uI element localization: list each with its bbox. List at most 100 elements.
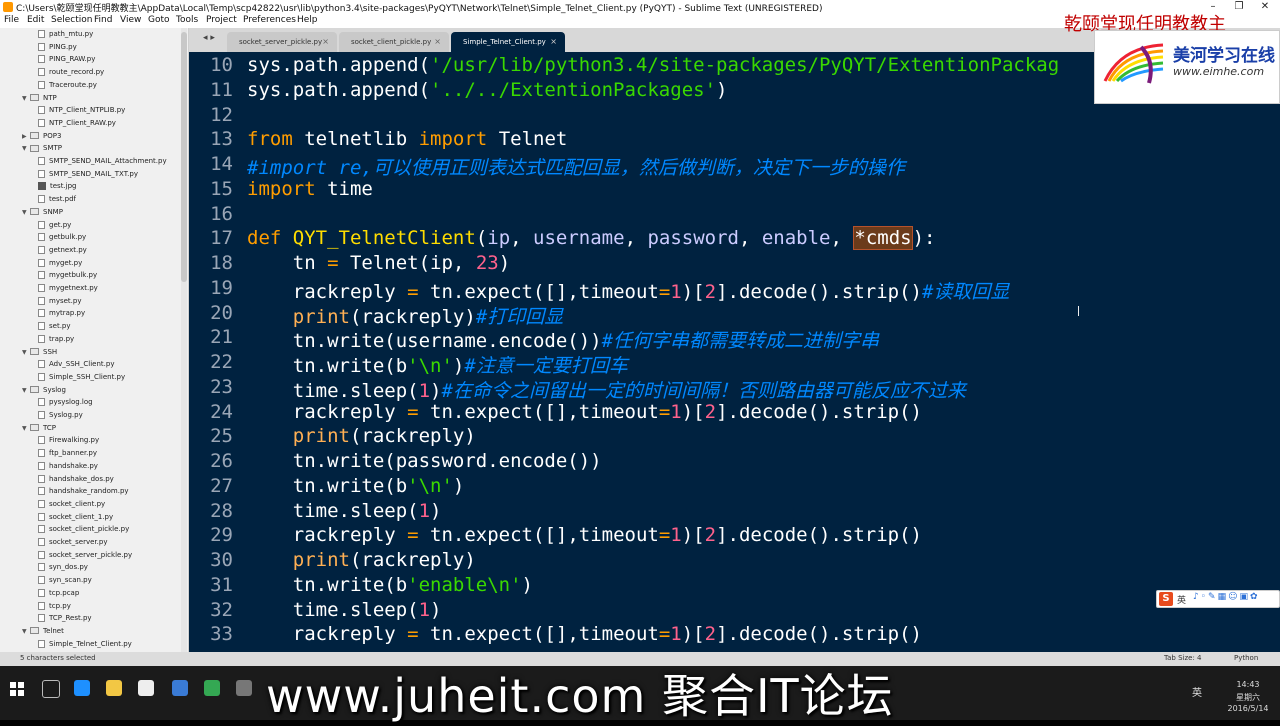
sidebar-file[interactable]: mygetbulk.py [38, 269, 97, 281]
close-window-button[interactable]: ✕ [1252, 0, 1278, 14]
editor-tab[interactable]: socket_client_pickle.py × [339, 32, 449, 52]
menu-tools[interactable]: Tools [176, 15, 198, 25]
maximize-button[interactable]: ❐ [1226, 0, 1252, 14]
sidebar-file[interactable]: syn_scan.py [38, 574, 92, 586]
sidebar-file[interactable]: test.pdf [38, 193, 76, 205]
code-line[interactable]: rackreply = tn.expect([],timeout=1)[2].d… [247, 524, 922, 546]
code-line[interactable]: def QYT_TelnetClient(ip, username, passw… [247, 226, 935, 251]
tab-size-indicator[interactable]: Tab Size: 4 [1164, 654, 1201, 662]
taskbar-ime-indicator[interactable]: 英 [1192, 684, 1202, 699]
editor-tab[interactable]: socket_server_pickle.py × [227, 32, 337, 52]
expand-down-icon[interactable]: ▼ [22, 143, 30, 155]
sidebar-file[interactable]: pysyslog.log [38, 396, 93, 408]
sidebar-file[interactable]: trap.py [38, 333, 74, 345]
sidebar-file[interactable]: socket_client_1.py [38, 511, 113, 523]
sidebar-folder[interactable]: ▶ POP3 [22, 130, 61, 142]
task-view-icon[interactable] [42, 680, 60, 698]
sidebar-scrollbar-thumb[interactable] [181, 32, 187, 282]
sidebar-file[interactable]: socket_client_pickle.py [38, 523, 129, 535]
sidebar-file[interactable]: PING.py [38, 41, 77, 53]
sidebar-file[interactable]: Syslog.py [38, 409, 83, 421]
menu-selection[interactable]: Selection [51, 15, 92, 25]
sidebar-file[interactable]: Simple_Telnet_Client.py [38, 638, 132, 650]
clock-weekday[interactable]: 星期六 [1228, 692, 1268, 703]
expand-down-icon[interactable]: ▼ [22, 626, 30, 638]
clock-date[interactable]: 2016/5/14 [1222, 704, 1274, 713]
sidebar-file[interactable]: TCP_Rest.py [38, 612, 92, 624]
menu-view[interactable]: View [120, 15, 141, 25]
code-line[interactable]: time.sleep(1) [247, 599, 442, 621]
code-line[interactable]: rackreply = tn.expect([],timeout=1)[2].d… [247, 277, 1010, 304]
tab-close-icon[interactable]: × [322, 32, 329, 52]
sidebar-file[interactable]: getnext.py [38, 244, 87, 256]
file-explorer-icon[interactable] [106, 680, 122, 696]
sidebar-file[interactable]: set.py [38, 320, 71, 332]
menu-project[interactable]: Project [206, 15, 237, 25]
code-line[interactable]: tn.write(b'\n')#注意一定要打回车 [247, 351, 628, 378]
sidebar-file[interactable]: get.py [38, 219, 71, 231]
browser-icon[interactable] [172, 680, 188, 696]
sidebar-folder[interactable]: ▼ SNMP [22, 206, 63, 218]
sidebar-file[interactable]: ftp_banner.py [38, 447, 97, 459]
sidebar-file[interactable]: mytrap.py [38, 307, 85, 319]
tab-close-icon[interactable]: × [434, 32, 441, 52]
edge-browser-icon[interactable] [74, 680, 90, 696]
menu-goto[interactable]: Goto [148, 15, 170, 25]
sidebar-file[interactable]: syn_dos.py [38, 561, 88, 573]
code-editor[interactable]: 10 sys.path.append('/usr/lib/python3.4/si… [189, 52, 1280, 652]
tab-close-icon[interactable]: × [550, 32, 557, 52]
code-line[interactable]: from telnetlib import Telnet [247, 128, 567, 150]
sidebar-file[interactable]: mygetnext.py [38, 282, 98, 294]
store-icon[interactable] [138, 680, 154, 696]
expand-down-icon[interactable]: ▼ [22, 385, 30, 397]
expand-down-icon[interactable]: ▼ [22, 207, 30, 219]
sidebar-file[interactable]: handshake_random.py [38, 485, 129, 497]
menu-help[interactable]: Help [297, 15, 318, 25]
code-line[interactable]: rackreply = tn.expect([],timeout=1)[2].d… [247, 623, 922, 645]
code-line[interactable]: tn.write(b'enable\n') [247, 574, 533, 596]
sidebar-file[interactable]: handshake.py [38, 460, 98, 472]
ime-language[interactable]: 英 [1177, 593, 1186, 606]
code-line[interactable]: rackreply = tn.expect([],timeout=1)[2].d… [247, 401, 922, 423]
code-line[interactable]: print(rackreply)#打印回显 [247, 302, 564, 329]
sidebar-file[interactable]: SMTP_SEND_MAIL_Attachment.py [38, 155, 167, 167]
menu-file[interactable]: File [4, 15, 19, 25]
code-line[interactable]: import time [247, 178, 373, 200]
code-line[interactable]: tn = Telnet(ip, 23) [247, 252, 510, 274]
sidebar-file[interactable]: Adv_SSH_Client.py [38, 358, 114, 370]
sidebar-folder[interactable]: ▼ Telnet [22, 625, 64, 637]
expand-down-icon[interactable]: ▼ [22, 93, 30, 105]
sidebar-folder[interactable]: ▼ Syslog [22, 384, 66, 396]
sidebar-file[interactable]: socket_server.py [38, 536, 107, 548]
sogou-s-icon[interactable]: S [1159, 592, 1173, 606]
syntax-indicator[interactable]: Python [1234, 654, 1258, 662]
code-line[interactable]: #import re,可以使用正则表达式匹配回显，然后做判断，决定下一步的操作 [247, 153, 905, 180]
sidebar-file[interactable]: test.jpg [38, 180, 77, 192]
menu-find[interactable]: Find [94, 15, 112, 25]
sidebar-file[interactable]: myset.py [38, 295, 81, 307]
sidebar-file[interactable]: tcp.pcap [38, 587, 79, 599]
menu-preferences[interactable]: Preferences [243, 15, 296, 25]
sidebar-folder[interactable]: ▼ SMTP [22, 142, 62, 154]
editor-tab[interactable]: Simple_Telnet_Client.py × [451, 32, 565, 52]
chrome-icon[interactable] [204, 680, 220, 696]
sidebar-file[interactable]: tcp.py [38, 600, 71, 612]
sidebar-file[interactable]: Firewalking.py [38, 434, 99, 446]
tab-nav-arrows-icon[interactable]: ◂ ▸ [203, 33, 215, 43]
clock-time[interactable]: 14:43 [1228, 680, 1268, 689]
code-line[interactable]: sys.path.append('../../ExtentionPackages… [247, 79, 727, 101]
code-line[interactable]: print(rackreply) [247, 549, 476, 571]
sidebar-file[interactable]: socket_client.py [38, 498, 105, 510]
sidebar-file[interactable]: handshake_dos.py [38, 473, 114, 485]
code-line[interactable]: time.sleep(1) [247, 500, 442, 522]
menu-edit[interactable]: Edit [27, 15, 44, 25]
expand-down-icon[interactable]: ▼ [22, 423, 30, 435]
sidebar-folder[interactable]: ▼ TCP [22, 422, 56, 434]
sidebar-file[interactable]: PING_RAW.py [38, 53, 95, 65]
sogou-ime-toolbar[interactable]: S 英 ♪◦✎▦☺▣✿ [1156, 590, 1280, 608]
expand-right-icon[interactable]: ▶ [22, 131, 30, 143]
sidebar-file[interactable]: route_record.py [38, 66, 104, 78]
sidebar-file[interactable]: getbulk.py [38, 231, 86, 243]
windows-start-icon[interactable] [10, 682, 24, 696]
sidebar-file[interactable]: socket_server_pickle.py [38, 549, 132, 561]
